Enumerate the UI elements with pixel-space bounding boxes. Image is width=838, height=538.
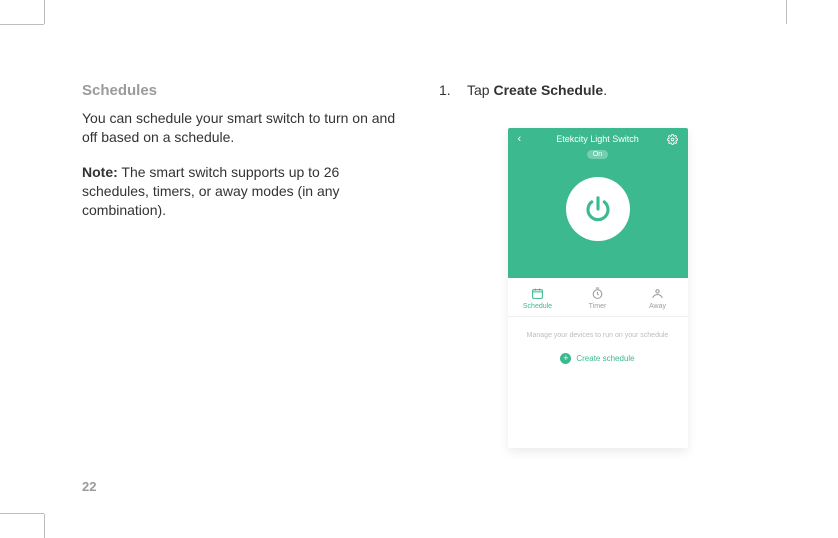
page-content: Schedules You can schedule your smart sw… — [82, 82, 756, 498]
device-title: Etekcity Light Switch — [556, 134, 639, 144]
tab-label: Timer — [589, 303, 607, 310]
crop-mark — [44, 0, 45, 24]
create-schedule-button[interactable]: + Create schedule — [560, 353, 634, 364]
step-bold: Create Schedule — [493, 82, 603, 98]
plus-icon: + — [560, 353, 571, 364]
back-icon[interactable]: ‹ — [518, 134, 522, 145]
note-label: Note: — [82, 164, 118, 180]
left-column: Schedules You can schedule your smart sw… — [82, 82, 399, 498]
create-label: Create schedule — [576, 354, 634, 363]
away-icon — [651, 286, 665, 300]
right-column: 1. Tap Create Schedule. ‹ Etekcity Light… — [439, 82, 756, 498]
step-suffix: . — [603, 82, 607, 98]
phone-frame: ‹ Etekcity Light Switch On — [508, 128, 688, 448]
step-prefix: Tap — [467, 82, 493, 98]
section-heading: Schedules — [82, 82, 399, 99]
power-button[interactable] — [566, 177, 630, 241]
tab-label: Schedule — [523, 303, 552, 310]
note-paragraph: Note: The smart switch supports up to 26… — [82, 163, 399, 220]
phone-screenshot: ‹ Etekcity Light Switch On — [439, 128, 756, 448]
tab-timer[interactable]: Timer — [568, 286, 628, 310]
crop-mark — [0, 513, 44, 514]
crop-mark — [0, 24, 44, 25]
note-body: The smart switch supports up to 26 sched… — [82, 164, 340, 218]
phone-header: ‹ Etekcity Light Switch On — [508, 128, 688, 278]
page-number: 22 — [82, 479, 96, 494]
step-text: Tap Create Schedule. — [467, 82, 607, 98]
intro-paragraph: You can schedule your smart switch to tu… — [82, 109, 399, 147]
empty-hint: Manage your devices to run on your sched… — [527, 331, 669, 341]
step-number: 1. — [439, 82, 453, 98]
calendar-icon — [531, 286, 545, 300]
step-1: 1. Tap Create Schedule. — [439, 82, 756, 98]
tab-label: Away — [649, 303, 666, 310]
crop-mark — [44, 514, 45, 538]
tab-schedule[interactable]: Schedule — [508, 286, 568, 310]
device-state-badge: On — [587, 150, 608, 159]
gear-icon[interactable] — [667, 134, 678, 148]
tab-away[interactable]: Away — [628, 286, 688, 310]
phone-tabs: Schedule Timer Away — [508, 278, 688, 317]
timer-icon — [591, 286, 605, 300]
crop-mark — [786, 0, 787, 24]
phone-content: Manage your devices to run on your sched… — [508, 317, 688, 448]
phone-titlebar: ‹ Etekcity Light Switch — [508, 128, 688, 148]
